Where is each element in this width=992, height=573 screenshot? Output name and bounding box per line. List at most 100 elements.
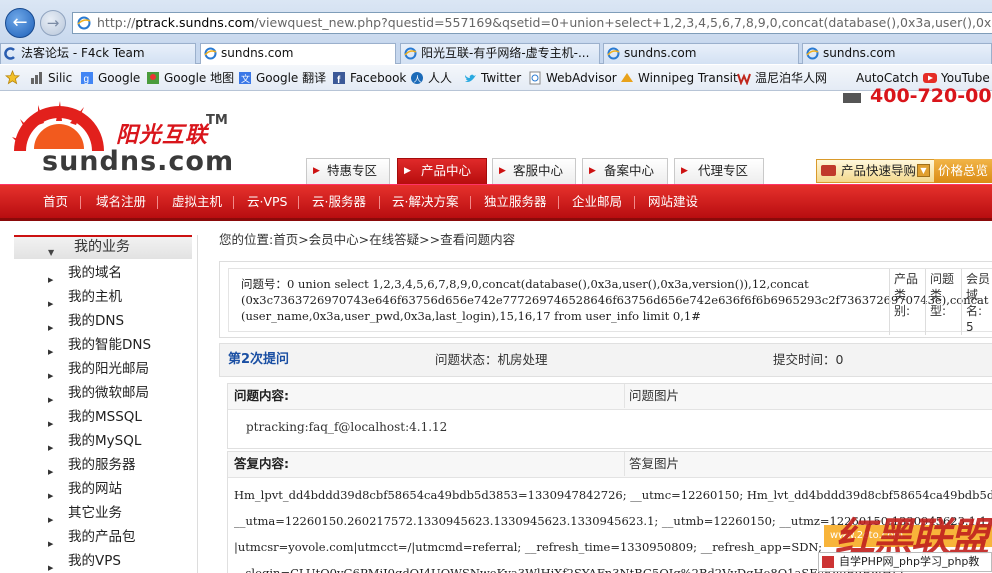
- fav-google-translate[interactable]: 文 Google 翻译: [238, 70, 326, 86]
- sidebar-item-smart-dns[interactable]: ▶ 我的智能DNS: [14, 334, 151, 358]
- sidebar-item-domain[interactable]: ▶ 我的域名: [14, 262, 122, 286]
- sidebar-item-other[interactable]: ▶ 其它业务: [14, 502, 122, 526]
- sidebar-item-dns[interactable]: ▶ 我的DNS: [14, 310, 124, 334]
- cart-icon: [821, 165, 836, 176]
- fav-wenniboo[interactable]: 温尼泊华人网: [737, 70, 827, 86]
- renren-icon: 人: [411, 72, 423, 84]
- fav-youtube[interactable]: YouTube: [923, 70, 990, 86]
- tab-label: 阳光互联-有乎网络-虚专主机-...: [421, 46, 590, 60]
- tab-sundns-3[interactable]: sundns.com: [603, 43, 799, 64]
- tab-sundns-4[interactable]: sundns.com: [802, 43, 992, 64]
- fav-twitter[interactable]: Twitter: [463, 70, 521, 86]
- tab-support-center[interactable]: ▶ 客服中心: [492, 158, 576, 184]
- svg-text:人: 人: [414, 75, 422, 84]
- nav-website-build[interactable]: 网站建设: [648, 185, 698, 219]
- chevron-down-icon: ▼: [917, 164, 930, 177]
- submit-time: 提交时间：0: [773, 352, 844, 367]
- tab-product-center[interactable]: ▶ 产品中心: [397, 158, 487, 184]
- tab-special-offers[interactable]: ▶ 特惠专区: [306, 158, 390, 184]
- tab-label: 法客论坛 - F4ck Team: [21, 46, 145, 60]
- question-status: 问题状态：机房处理: [435, 352, 548, 367]
- fav-renren[interactable]: 人人人: [410, 70, 452, 86]
- tab-label: sundns.com: [221, 46, 294, 60]
- fav-autocatch[interactable]: AutoCatch: [838, 70, 919, 86]
- member-domain-value: 5: [966, 320, 974, 334]
- fav-winnipeg-transit[interactable]: Winnipeg Transit: [620, 70, 738, 86]
- svg-text:文: 文: [241, 73, 250, 84]
- nav-cloud-solution[interactable]: 云·解决方案: [392, 185, 458, 219]
- nav-divider: [233, 196, 234, 209]
- member-domain-label: 会员域名:: [966, 272, 991, 318]
- logo-cn-text: 阳光互联: [116, 123, 209, 148]
- nav-divider: [80, 196, 81, 209]
- nav-divider: [157, 196, 158, 209]
- sidebar-item-product-pack[interactable]: ▶ 我的产品包: [14, 526, 136, 550]
- nav-cloud-server[interactable]: 云·服务器: [312, 185, 366, 219]
- url-path: /viewquest_new.php?questid=557169&qsetid…: [254, 15, 992, 30]
- sidebar-item-mssql[interactable]: ▶ 我的MSSQL: [14, 406, 142, 430]
- nav-home[interactable]: 首页: [43, 185, 68, 219]
- logo-en-text: sundns.com: [42, 146, 235, 177]
- fav-silic[interactable]: Silic: [30, 70, 72, 86]
- arrow-icon: ▶: [589, 166, 596, 176]
- page-icon: [529, 71, 541, 85]
- forward-button[interactable]: →: [40, 10, 66, 36]
- arrow-icon: ▶: [313, 166, 320, 176]
- quick-product-guide[interactable]: 产品快速导购 ▼: [816, 159, 936, 183]
- back-button[interactable]: ←: [5, 8, 35, 38]
- ie-page-icon: [204, 47, 217, 60]
- arrow-icon: ▶: [499, 166, 506, 176]
- ie-page-icon: [77, 16, 91, 30]
- tab-sundns-active[interactable]: sundns.com: [200, 43, 396, 64]
- nav-domain[interactable]: 域名注册: [96, 185, 146, 219]
- sidebar-item-mysql[interactable]: ▶ 我的MySQL: [14, 430, 141, 454]
- fav-facebook[interactable]: f Facebook: [332, 70, 406, 86]
- sidebar-item-vps[interactable]: ▶ 我的VPS: [14, 550, 121, 573]
- nav-enterprise-mail[interactable]: 企业邮局: [572, 185, 622, 219]
- back-arrow-icon: ←: [12, 12, 28, 33]
- price-overview-link[interactable]: 价格总览: [934, 159, 992, 183]
- phone-number: 400-720-002: [870, 85, 992, 107]
- breadcrumb: 您的位置:首页>会员中心>在线答疑>>查看问题内容: [219, 232, 516, 247]
- sidebar-item-ms-mail[interactable]: ▶ 我的微软邮局: [14, 382, 149, 406]
- fav-google[interactable]: g Google: [80, 70, 140, 86]
- question-text: 问题号：0 union select 1,2,3,4,5,6,7,8,9,0,c…: [241, 277, 989, 323]
- triangle-right-icon: ▶: [48, 564, 54, 572]
- fav-webadvisor[interactable]: WebAdvisor: [528, 70, 617, 86]
- tab-sundns-cn[interactable]: 阳光互联-有乎网络-虚专主机-...: [400, 43, 600, 64]
- question-frame: 问题号：0 union select 1,2,3,4,5,6,7,8,9,0,c…: [228, 268, 992, 335]
- tab-filing-center[interactable]: ▶ 备案中心: [582, 158, 668, 184]
- question-image-label: 问题图片: [624, 384, 679, 408]
- fav-google-maps[interactable]: Google 地图: [146, 70, 234, 86]
- forward-arrow-icon: →: [46, 14, 60, 32]
- nav-hosting[interactable]: 虚拟主机: [172, 185, 222, 219]
- url-input[interactable]: http://ptrack.sundns.com/viewquest_new.p…: [72, 12, 992, 34]
- tab-agent-zone[interactable]: ▶ 代理专区: [674, 158, 764, 184]
- favorites-bar: Silic g Google Google 地图 文 Google 翻译 f Face…: [0, 65, 992, 91]
- ask-count: 第2次提问: [228, 352, 290, 367]
- bars-icon: [31, 72, 42, 84]
- ie-page-icon: [806, 47, 819, 60]
- answer-content-label: 答复内容:: [234, 456, 289, 471]
- nav-vps[interactable]: 云·VPS: [247, 185, 288, 219]
- nav-divider: [634, 196, 635, 209]
- youtube-icon: [923, 73, 937, 83]
- screenshot: ← → http://ptrack.sundns.com/viewquest_n…: [0, 0, 992, 573]
- translate-icon: 文: [239, 72, 251, 84]
- sidebar: ▼ 我的业务 ▶ 我的域名 ▶ 我的主机 ▶ 我的DNS ▶ 我的智能DNS ▶ 我的阳光邮…: [14, 235, 198, 573]
- tab-f4ck[interactable]: 法客论坛 - F4ck Team: [0, 43, 196, 64]
- sidebar-item-host[interactable]: ▶ 我的主机: [14, 286, 122, 310]
- sidebar-item-sun-mail[interactable]: ▶ 我的阳光邮局: [14, 358, 149, 382]
- ie-page-icon: [404, 47, 417, 60]
- member-domain-cell: 会员域名: 5: [961, 269, 992, 335]
- sidebar-item-server[interactable]: ▶ 我的服务器: [14, 454, 136, 478]
- website: 阳光互联 TM sundns.com 400-720-002 ▶ 特惠专区 ▶ 产品…: [0, 85, 992, 573]
- ie-page-icon: [607, 47, 620, 60]
- question-box: 问题号：0 union select 1,2,3,4,5,6,7,8,9,0,c…: [219, 261, 992, 338]
- c-logo-icon: [4, 47, 15, 60]
- favorites-star-icon[interactable]: [5, 70, 20, 85]
- nav-dedicated-server[interactable]: 独立服务器: [484, 185, 547, 219]
- sidebar-title[interactable]: ▼ 我的业务: [14, 235, 192, 259]
- sidebar-item-website[interactable]: ▶ 我的网站: [14, 478, 122, 502]
- answer-image-label: 答复图片: [624, 452, 679, 476]
